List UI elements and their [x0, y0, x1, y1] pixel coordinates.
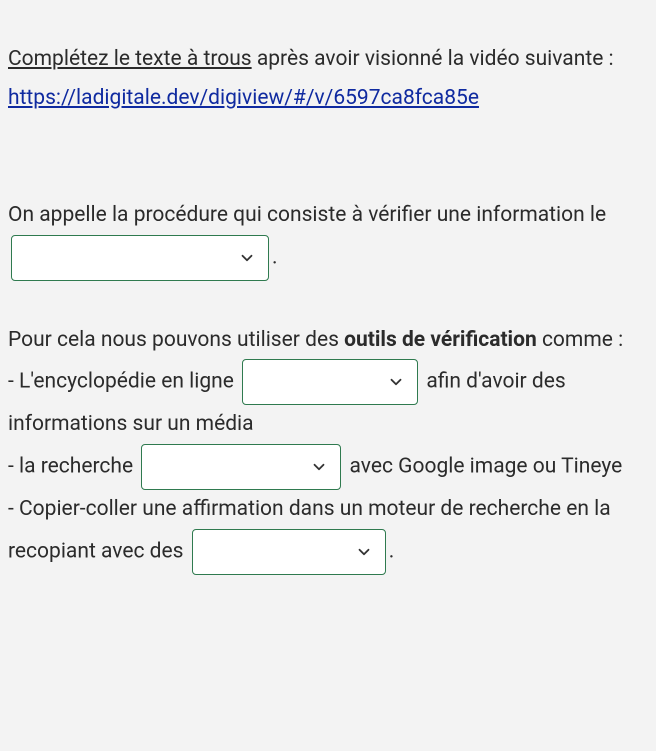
exercise-page: Complétez le texte à trous après avoir v… — [0, 0, 656, 603]
b2-before: - la recherche — [8, 455, 138, 479]
paragraph-1: On appelle la procédure qui consiste à v… — [8, 196, 648, 281]
chevron-down-icon — [238, 249, 256, 267]
instruction-text: après avoir visionné la vidéo suivante : — [252, 47, 614, 71]
b3-after: . — [389, 540, 395, 564]
bullet-3: - Copier-coller une affirmation dans un … — [8, 490, 648, 575]
chevron-down-icon — [355, 543, 373, 561]
chevron-down-icon — [387, 373, 405, 391]
select-blank-2[interactable] — [242, 359, 418, 405]
select-blank-4[interactable] — [192, 529, 386, 575]
paragraph-2: Pour cela nous pouvons utiliser des outi… — [8, 321, 648, 576]
instruction-title: Complétez le texte à trous — [8, 47, 252, 71]
p1-before: On appelle la procédure qui consiste à v… — [8, 203, 606, 227]
video-link[interactable]: https://ladigitale.dev/digiview/#/v/6597… — [8, 86, 479, 110]
bullet-2: - la recherche avec Google image ou Tine… — [8, 444, 648, 490]
select-blank-1[interactable] — [11, 235, 269, 281]
instruction-block: Complétez le texte à trous après avoir v… — [8, 40, 648, 118]
b2-after: avec Google image ou Tineye — [344, 455, 622, 479]
p1-after: . — [272, 245, 278, 269]
b1-before: - L'encyclopédie en ligne — [8, 370, 239, 394]
p2-t1: Pour cela nous pouvons utiliser des — [8, 328, 344, 352]
p2-t2: comme : — [537, 328, 623, 352]
select-blank-3[interactable] — [141, 444, 341, 490]
bullet-1: - L'encyclopédie en ligne afin d'avoir d… — [8, 359, 648, 444]
p2-bold: outils de vérification — [344, 328, 537, 352]
chevron-down-icon — [310, 458, 328, 476]
